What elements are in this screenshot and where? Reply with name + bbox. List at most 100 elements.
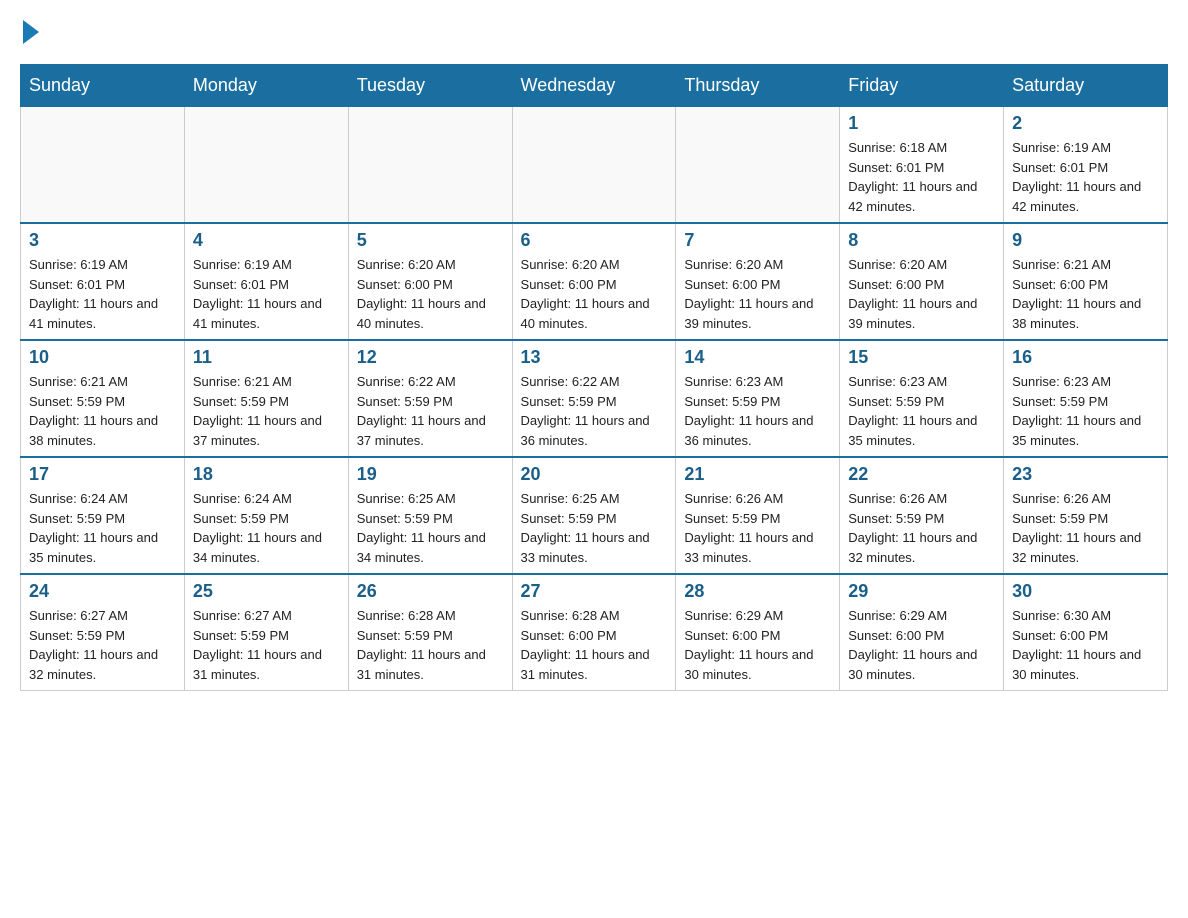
weekday-header-saturday: Saturday (1004, 65, 1168, 107)
day-number: 2 (1012, 113, 1159, 134)
calendar-cell: 12 Sunrise: 6:22 AMSunset: 5:59 PMDayligh… (348, 340, 512, 457)
day-number: 20 (521, 464, 668, 485)
day-info: Sunrise: 6:20 AMSunset: 6:00 PMDaylight:… (521, 255, 668, 333)
calendar-cell (21, 107, 185, 224)
day-number: 27 (521, 581, 668, 602)
day-info: Sunrise: 6:25 AMSunset: 5:59 PMDaylight:… (521, 489, 668, 567)
calendar-cell: 23 Sunrise: 6:26 AMSunset: 5:59 PMDayligh… (1004, 457, 1168, 574)
day-number: 15 (848, 347, 995, 368)
calendar-cell: 27 Sunrise: 6:28 AMSunset: 6:00 PMDayligh… (512, 574, 676, 691)
day-info: Sunrise: 6:28 AMSunset: 6:00 PMDaylight:… (521, 606, 668, 684)
day-info: Sunrise: 6:21 AMSunset: 6:00 PMDaylight:… (1012, 255, 1159, 333)
day-number: 12 (357, 347, 504, 368)
day-number: 4 (193, 230, 340, 251)
week-row-4: 17 Sunrise: 6:24 AMSunset: 5:59 PMDayligh… (21, 457, 1168, 574)
weekday-header-sunday: Sunday (21, 65, 185, 107)
day-number: 1 (848, 113, 995, 134)
calendar-cell: 30 Sunrise: 6:30 AMSunset: 6:00 PMDayligh… (1004, 574, 1168, 691)
calendar-cell: 19 Sunrise: 6:25 AMSunset: 5:59 PMDayligh… (348, 457, 512, 574)
day-info: Sunrise: 6:24 AMSunset: 5:59 PMDaylight:… (29, 489, 176, 567)
day-info: Sunrise: 6:27 AMSunset: 5:59 PMDaylight:… (193, 606, 340, 684)
calendar-cell: 20 Sunrise: 6:25 AMSunset: 5:59 PMDayligh… (512, 457, 676, 574)
calendar-cell: 10 Sunrise: 6:21 AMSunset: 5:59 PMDayligh… (21, 340, 185, 457)
day-info: Sunrise: 6:30 AMSunset: 6:00 PMDaylight:… (1012, 606, 1159, 684)
day-number: 8 (848, 230, 995, 251)
calendar-cell: 8 Sunrise: 6:20 AMSunset: 6:00 PMDaylight… (840, 223, 1004, 340)
calendar-cell (676, 107, 840, 224)
day-number: 28 (684, 581, 831, 602)
day-number: 18 (193, 464, 340, 485)
weekday-header-monday: Monday (184, 65, 348, 107)
day-number: 9 (1012, 230, 1159, 251)
day-number: 29 (848, 581, 995, 602)
day-number: 25 (193, 581, 340, 602)
calendar-cell: 14 Sunrise: 6:23 AMSunset: 5:59 PMDayligh… (676, 340, 840, 457)
calendar-cell: 13 Sunrise: 6:22 AMSunset: 5:59 PMDayligh… (512, 340, 676, 457)
day-info: Sunrise: 6:29 AMSunset: 6:00 PMDaylight:… (684, 606, 831, 684)
day-info: Sunrise: 6:26 AMSunset: 5:59 PMDaylight:… (848, 489, 995, 567)
day-number: 22 (848, 464, 995, 485)
day-info: Sunrise: 6:25 AMSunset: 5:59 PMDaylight:… (357, 489, 504, 567)
weekday-header-row: SundayMondayTuesdayWednesdayThursdayFrid… (21, 65, 1168, 107)
calendar-cell: 22 Sunrise: 6:26 AMSunset: 5:59 PMDayligh… (840, 457, 1004, 574)
week-row-3: 10 Sunrise: 6:21 AMSunset: 5:59 PMDayligh… (21, 340, 1168, 457)
day-info: Sunrise: 6:22 AMSunset: 5:59 PMDaylight:… (521, 372, 668, 450)
calendar-cell: 21Sunrise: 6:26 AMSunset: 5:59 PMDayligh… (676, 457, 840, 574)
day-info: Sunrise: 6:26 AMSunset: 5:59 PMDaylight:… (1012, 489, 1159, 567)
day-info: Sunrise: 6:18 AMSunset: 6:01 PMDaylight:… (848, 138, 995, 216)
day-info: Sunrise: 6:20 AMSunset: 6:00 PMDaylight:… (357, 255, 504, 333)
weekday-header-thursday: Thursday (676, 65, 840, 107)
day-number: 3 (29, 230, 176, 251)
calendar-cell: 4 Sunrise: 6:19 AMSunset: 6:01 PMDaylight… (184, 223, 348, 340)
weekday-header-wednesday: Wednesday (512, 65, 676, 107)
day-number: 13 (521, 347, 668, 368)
day-info: Sunrise: 6:19 AMSunset: 6:01 PMDaylight:… (29, 255, 176, 333)
calendar-cell: 2 Sunrise: 6:19 AMSunset: 6:01 PMDaylight… (1004, 107, 1168, 224)
calendar-cell: 11 Sunrise: 6:21 AMSunset: 5:59 PMDayligh… (184, 340, 348, 457)
calendar-table: SundayMondayTuesdayWednesdayThursdayFrid… (20, 64, 1168, 691)
calendar-cell: 3 Sunrise: 6:19 AMSunset: 6:01 PMDaylight… (21, 223, 185, 340)
calendar-cell: 15Sunrise: 6:23 AMSunset: 5:59 PMDayligh… (840, 340, 1004, 457)
day-number: 7 (684, 230, 831, 251)
logo-arrow-icon (23, 20, 39, 44)
day-info: Sunrise: 6:27 AMSunset: 5:59 PMDaylight:… (29, 606, 176, 684)
week-row-5: 24 Sunrise: 6:27 AMSunset: 5:59 PMDayligh… (21, 574, 1168, 691)
day-number: 14 (684, 347, 831, 368)
week-row-2: 3 Sunrise: 6:19 AMSunset: 6:01 PMDaylight… (21, 223, 1168, 340)
day-info: Sunrise: 6:23 AMSunset: 5:59 PMDaylight:… (1012, 372, 1159, 450)
calendar-cell: 25 Sunrise: 6:27 AMSunset: 5:59 PMDayligh… (184, 574, 348, 691)
calendar-cell: 29 Sunrise: 6:29 AMSunset: 6:00 PMDayligh… (840, 574, 1004, 691)
calendar-cell: 24 Sunrise: 6:27 AMSunset: 5:59 PMDayligh… (21, 574, 185, 691)
day-info: Sunrise: 6:22 AMSunset: 5:59 PMDaylight:… (357, 372, 504, 450)
day-info: Sunrise: 6:21 AMSunset: 5:59 PMDaylight:… (193, 372, 340, 450)
day-info: Sunrise: 6:29 AMSunset: 6:00 PMDaylight:… (848, 606, 995, 684)
day-number: 17 (29, 464, 176, 485)
day-info: Sunrise: 6:20 AMSunset: 6:00 PMDaylight:… (684, 255, 831, 333)
calendar-cell (512, 107, 676, 224)
calendar-cell: 6Sunrise: 6:20 AMSunset: 6:00 PMDaylight… (512, 223, 676, 340)
day-number: 5 (357, 230, 504, 251)
calendar-cell: 16Sunrise: 6:23 AMSunset: 5:59 PMDayligh… (1004, 340, 1168, 457)
day-number: 19 (357, 464, 504, 485)
calendar-cell: 7 Sunrise: 6:20 AMSunset: 6:00 PMDaylight… (676, 223, 840, 340)
day-number: 23 (1012, 464, 1159, 485)
weekday-header-tuesday: Tuesday (348, 65, 512, 107)
day-info: Sunrise: 6:20 AMSunset: 6:00 PMDaylight:… (848, 255, 995, 333)
calendar-cell: 26Sunrise: 6:28 AMSunset: 5:59 PMDayligh… (348, 574, 512, 691)
day-info: Sunrise: 6:21 AMSunset: 5:59 PMDaylight:… (29, 372, 176, 450)
calendar-cell: 28 Sunrise: 6:29 AMSunset: 6:00 PMDayligh… (676, 574, 840, 691)
day-number: 24 (29, 581, 176, 602)
day-number: 21 (684, 464, 831, 485)
day-info: Sunrise: 6:23 AMSunset: 5:59 PMDaylight:… (684, 372, 831, 450)
page-header (20, 20, 1168, 44)
calendar-cell: 5 Sunrise: 6:20 AMSunset: 6:00 PMDaylight… (348, 223, 512, 340)
logo (20, 20, 39, 44)
day-number: 30 (1012, 581, 1159, 602)
day-number: 11 (193, 347, 340, 368)
day-info: Sunrise: 6:19 AMSunset: 6:01 PMDaylight:… (1012, 138, 1159, 216)
calendar-cell: 17 Sunrise: 6:24 AMSunset: 5:59 PMDayligh… (21, 457, 185, 574)
day-number: 10 (29, 347, 176, 368)
day-info: Sunrise: 6:19 AMSunset: 6:01 PMDaylight:… (193, 255, 340, 333)
calendar-cell (348, 107, 512, 224)
day-number: 26 (357, 581, 504, 602)
